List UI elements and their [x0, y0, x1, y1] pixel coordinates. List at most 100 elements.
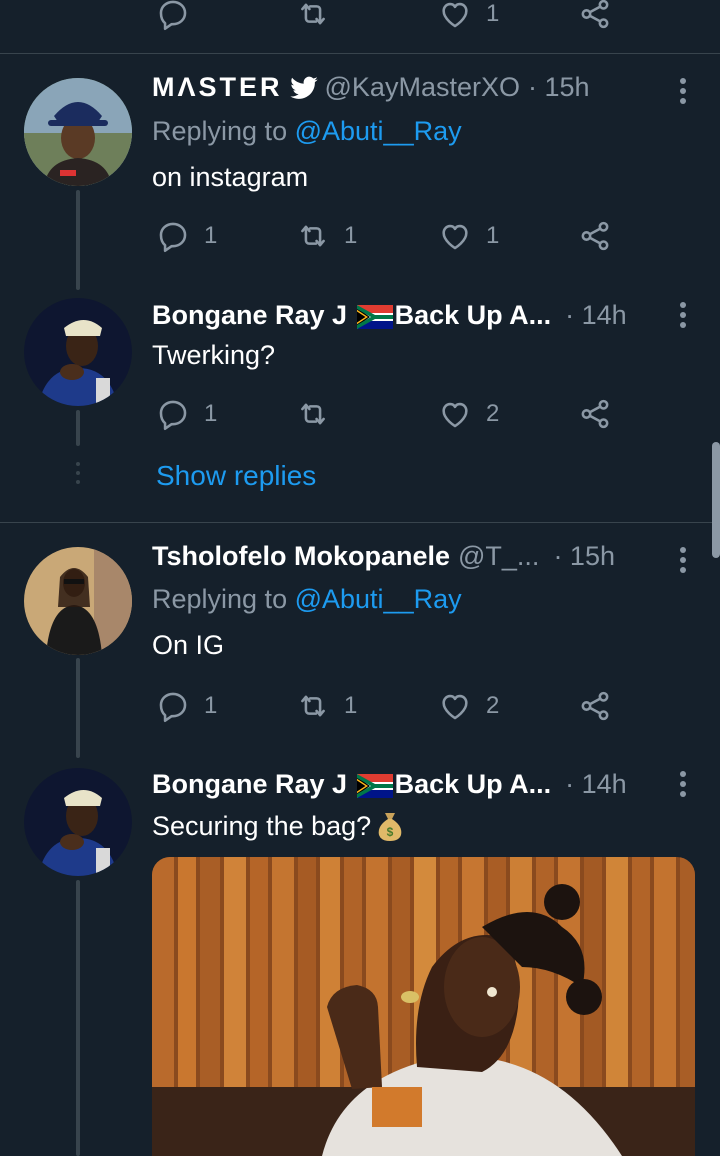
reply-count: 1 [204, 222, 218, 249]
retweet-icon [296, 397, 330, 431]
avatar[interactable] [24, 78, 132, 186]
display-name[interactable]: MΛSTER [152, 72, 283, 103]
avatar[interactable] [24, 298, 132, 406]
heart-icon [438, 397, 472, 431]
timestamp[interactable]: · 14h [565, 300, 627, 331]
share-icon [578, 397, 612, 431]
share-icon [578, 689, 612, 723]
replying-to-link[interactable]: @Abuti__Ray [295, 584, 462, 614]
avatar-image [24, 547, 132, 655]
tweet-media-image[interactable] [152, 857, 695, 1156]
like-count: 1 [486, 0, 500, 27]
like-count: 2 [486, 692, 500, 719]
display-name[interactable]: Bongane Ray J Back Up A... [152, 300, 551, 331]
tweet-text: On IG [152, 630, 225, 660]
heart-icon [438, 689, 472, 723]
heart-icon [438, 0, 472, 31]
replying-label: Replying to [152, 116, 288, 146]
share-button[interactable] [578, 686, 612, 726]
like-count: 2 [486, 400, 500, 427]
retweet-button[interactable] [296, 394, 344, 434]
timestamp[interactable]: · 15h [528, 72, 590, 103]
reply-button[interactable]: 1 [156, 686, 217, 726]
like-button[interactable]: 2 [438, 686, 499, 726]
thread-line [76, 880, 80, 1156]
reply-button[interactable]: 1 [156, 394, 217, 434]
share-button[interactable] [578, 394, 612, 434]
tweet-text: Twerking? [152, 340, 276, 370]
retweet-icon [296, 689, 330, 723]
display-name-prefix: Bongane Ray J [152, 769, 348, 799]
reply-button[interactable]: 1 [156, 216, 217, 256]
divider [0, 53, 720, 54]
show-replies-link[interactable]: Show replies [156, 460, 316, 492]
tweet-header: MΛSTER @KayMasterXO · 15h [152, 72, 590, 103]
retweet-button[interactable]: 1 [296, 216, 357, 256]
tweet-text: on instagram [152, 162, 309, 192]
share-button[interactable] [578, 216, 612, 256]
like-count: 1 [486, 222, 500, 249]
tweet-header: Bongane Ray J Back Up A... · 14h [152, 769, 627, 800]
display-name-suffix: Back Up A... [394, 769, 552, 799]
reply-count: 1 [204, 400, 218, 427]
retweet-button[interactable]: 1 [296, 686, 357, 726]
tweet-actions: 1 2 [156, 394, 616, 434]
reply-button[interactable] [156, 0, 190, 34]
tweet-header: Tsholofelo Mokopanele @T_... · 15h [152, 541, 615, 572]
south-africa-flag-icon [357, 305, 393, 329]
tweet-text: Securing the bag? $ [152, 810, 405, 842]
like-button[interactable]: 2 [438, 394, 499, 434]
thread-line [76, 410, 80, 446]
retweet-count: 1 [344, 692, 358, 719]
photo [152, 857, 695, 1156]
retweet-count: 1 [344, 222, 358, 249]
reply-icon [156, 219, 190, 253]
share-button[interactable] [578, 0, 612, 34]
replying-to: Replying to @Abuti__Ray [152, 584, 462, 615]
user-handle[interactable]: @T_... [458, 541, 539, 572]
thread-dots [76, 462, 80, 484]
retweet-icon [296, 0, 330, 31]
svg-text:$: $ [387, 825, 394, 839]
replying-label: Replying to [152, 584, 288, 614]
more-options-icon[interactable] [680, 547, 686, 577]
avatar[interactable] [24, 547, 132, 655]
more-options-icon[interactable] [680, 302, 686, 332]
replying-to: Replying to @Abuti__Ray [152, 116, 462, 147]
display-name[interactable]: Tsholofelo Mokopanele [152, 541, 450, 572]
heart-icon [438, 219, 472, 253]
prev-tweet-actions: 1 [156, 0, 616, 34]
display-name[interactable]: Bongane Ray J Back Up A... [152, 769, 551, 800]
bird-icon [289, 73, 319, 103]
timestamp[interactable]: · 15h [553, 541, 615, 572]
scrollbar[interactable] [712, 442, 720, 558]
money-bag-icon: $ [378, 813, 402, 841]
tweet-header: Bongane Ray J Back Up A... · 14h [152, 300, 627, 331]
display-name-prefix: Bongane Ray J [152, 300, 348, 330]
thread-line [76, 190, 80, 290]
retweet-button[interactable] [296, 0, 330, 34]
like-button[interactable]: 1 [438, 0, 499, 34]
retweet-icon [296, 219, 330, 253]
tweet-actions: 1 1 2 [156, 686, 616, 726]
timestamp[interactable]: · 14h [565, 769, 627, 800]
share-icon [578, 0, 612, 31]
divider [0, 522, 720, 523]
thread-line [76, 658, 80, 758]
reply-icon [156, 689, 190, 723]
avatar-image [24, 78, 132, 186]
avatar-image [24, 768, 132, 876]
user-handle[interactable]: @KayMasterXO [325, 72, 520, 103]
avatar[interactable] [24, 768, 132, 876]
tweet-actions: 1 1 1 [156, 216, 616, 256]
display-name-suffix: Back Up A... [394, 300, 552, 330]
reply-icon [156, 0, 190, 31]
share-icon [578, 219, 612, 253]
tweet-text-content: Securing the bag? [152, 810, 372, 841]
avatar-image [24, 298, 132, 406]
more-options-icon[interactable] [680, 771, 686, 801]
more-options-icon[interactable] [680, 78, 686, 108]
like-button[interactable]: 1 [438, 216, 499, 256]
south-africa-flag-icon [357, 774, 393, 798]
replying-to-link[interactable]: @Abuti__Ray [295, 116, 462, 146]
